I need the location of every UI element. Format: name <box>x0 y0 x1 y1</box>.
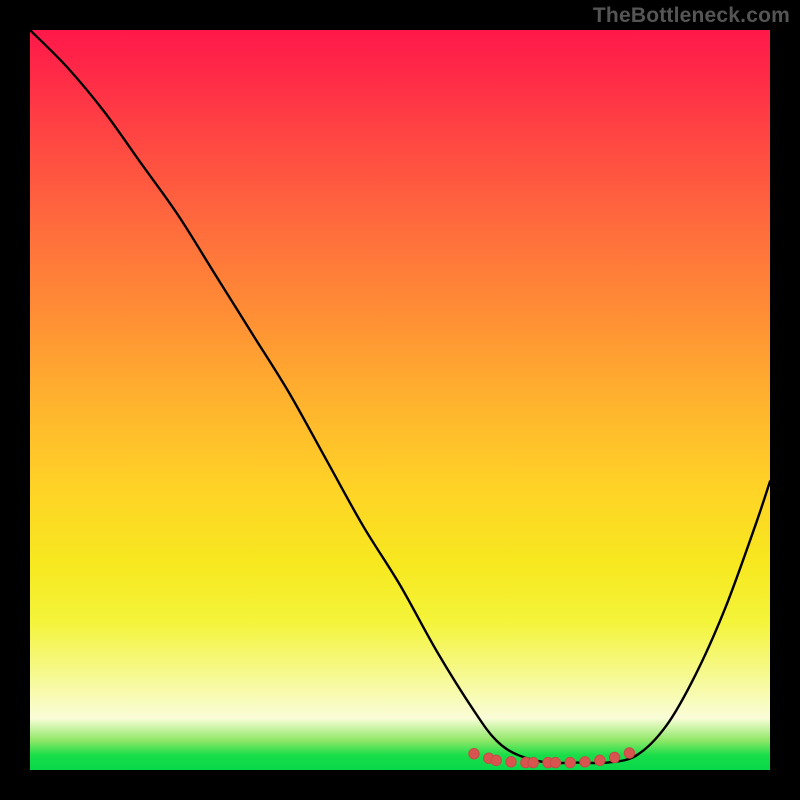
highlight-dot <box>580 757 590 767</box>
plot-area <box>30 30 770 770</box>
bottleneck-curve-path <box>30 30 770 763</box>
highlight-dot <box>491 755 501 765</box>
highlight-dot <box>550 757 560 767</box>
watermark-text: TheBottleneck.com <box>593 4 790 28</box>
highlight-dot <box>609 752 619 762</box>
highlight-dot <box>528 757 538 767</box>
highlight-dot <box>565 757 575 767</box>
highlight-dot <box>624 748 634 758</box>
bottleneck-curve-svg <box>30 30 770 770</box>
chart-frame: TheBottleneck.com <box>0 0 800 800</box>
highlight-dots-group <box>469 748 635 768</box>
highlight-dot <box>506 757 516 767</box>
highlight-dot <box>469 749 479 759</box>
highlight-dot <box>595 755 605 765</box>
